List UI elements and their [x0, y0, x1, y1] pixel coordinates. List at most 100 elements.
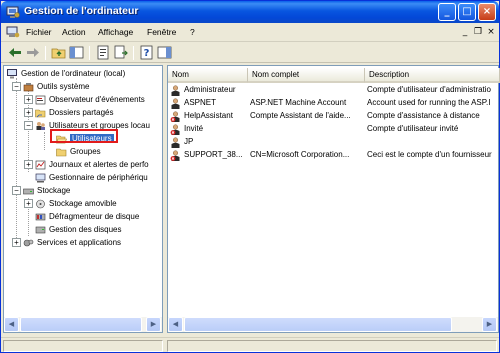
tree-event-viewer-label: Observateur d'événements: [49, 95, 145, 104]
forward-arrow-icon[interactable]: [25, 45, 41, 60]
tree-defrag-label: Défragmenteur de disque: [49, 212, 140, 221]
tree-groups-label: Groupes: [70, 147, 101, 156]
list-item[interactable]: SUPPORT_38... CN=Microsoft Corporation..…: [170, 149, 498, 161]
menu-affichage[interactable]: Affichage: [98, 27, 133, 37]
user-icon: [171, 98, 180, 109]
selection-highlight: [50, 129, 118, 143]
tree-shared-folders[interactable]: + Dossiers partagés: [24, 107, 113, 119]
minimize-button[interactable]: _: [438, 3, 456, 21]
collapse-toggle[interactable]: −: [12, 186, 21, 196]
tree-disk-management[interactable]: Gestion des disques: [35, 224, 122, 236]
collapse-toggle[interactable]: −: [12, 82, 21, 92]
svg-text:?: ?: [144, 48, 150, 59]
users-groups-icon: [36, 121, 45, 130]
app-menu-icon[interactable]: [6, 26, 20, 39]
tree-services-label: Services et applications: [37, 238, 122, 247]
properties-icon[interactable]: [95, 45, 111, 60]
scroll-right-button[interactable]: ▶: [482, 317, 497, 332]
maximize-button[interactable]: □: [458, 3, 476, 21]
status-bar: [1, 337, 499, 353]
tree-storage-label: Stockage: [37, 186, 71, 195]
window-title: Gestion de l'ordinateur: [24, 5, 139, 17]
storage-icon: [23, 188, 34, 195]
user-description: Compte d'utilisateur d'administratio: [367, 85, 491, 94]
scroll-right-button[interactable]: ▶: [146, 317, 161, 332]
export-list-icon[interactable]: [113, 45, 129, 60]
close-button[interactable]: ×: [478, 3, 496, 21]
list-item[interactable]: HelpAssistant Compte Assistant de l'aide…: [170, 110, 498, 122]
list-horizontal-scrollbar[interactable]: ◀ ▶: [168, 317, 498, 332]
scroll-left-button[interactable]: ◀: [4, 317, 19, 332]
disabled-user-icon: [170, 111, 180, 122]
toolbar: ?: [1, 43, 499, 63]
defragmenter-icon: [35, 213, 46, 221]
event-viewer-icon: [35, 95, 46, 105]
show-hide-tree-icon[interactable]: [69, 45, 85, 60]
list-item[interactable]: Administrateur Compte d'utilisateur d'ad…: [170, 84, 498, 96]
tree-root-label: Gestion de l'ordinateur (local): [21, 69, 126, 78]
tree-perf-logs[interactable]: + Journaux et alertes de perfo: [24, 159, 149, 171]
status-cell: [3, 340, 163, 352]
list-item[interactable]: ASPNET ASP.NET Machine Account Account u…: [170, 97, 498, 109]
column-header-fullname[interactable]: Nom complet: [248, 68, 365, 83]
scroll-left-button[interactable]: ◀: [168, 317, 183, 332]
computer-management-icon: [6, 6, 20, 18]
menu-action[interactable]: Action: [62, 27, 86, 37]
expand-toggle[interactable]: +: [12, 238, 21, 248]
tree-groups[interactable]: Groupes: [56, 146, 101, 158]
mdi-restore-button[interactable]: ❐: [472, 26, 484, 38]
expand-toggle[interactable]: +: [24, 160, 33, 170]
console-tree: Gestion de l'ordinateur (local) − Outils …: [3, 65, 163, 333]
user-icon: [171, 137, 180, 148]
user-name: SUPPORT_38...: [184, 150, 243, 159]
disabled-user-icon: [170, 124, 180, 135]
list-item[interactable]: JP: [170, 136, 498, 148]
menu-fichier[interactable]: Fichier: [26, 27, 52, 37]
tree-defrag[interactable]: Défragmenteur de disque: [35, 211, 139, 223]
tree-shared-folders-label: Dossiers partagés: [49, 108, 114, 117]
tree-event-viewer[interactable]: + Observateur d'événements: [24, 94, 145, 106]
tree-system-tools[interactable]: − Outils système: [12, 81, 89, 93]
status-cell: [167, 340, 497, 352]
expand-toggle[interactable]: +: [24, 95, 33, 105]
expand-toggle[interactable]: +: [24, 108, 33, 118]
menu-fenetre[interactable]: Fenêtre: [147, 27, 176, 37]
user-name: ASPNET: [184, 98, 217, 107]
collapse-toggle[interactable]: −: [24, 121, 33, 131]
tree-removable-storage-label: Stockage amovible: [49, 199, 117, 208]
computer-management-icon: [7, 68, 17, 79]
scroll-thumb[interactable]: [20, 317, 142, 332]
tree-removable-storage[interactable]: + Stockage amovible: [24, 198, 117, 210]
menu-help[interactable]: ?: [190, 27, 195, 37]
column-header-description[interactable]: Description: [365, 68, 500, 83]
tree-services[interactable]: + Services et applications: [12, 237, 121, 249]
user-name: Invité: [184, 124, 204, 133]
user-fullname: ASP.NET Machine Account: [250, 98, 347, 107]
removable-storage-icon: [36, 199, 45, 209]
user-list-pane: Nom Nom complet Description Administrate…: [167, 65, 500, 333]
user-name: Administrateur: [184, 85, 236, 94]
up-folder-icon[interactable]: [51, 45, 67, 60]
column-header-name[interactable]: Nom: [168, 68, 248, 83]
mdi-close-button[interactable]: ×: [485, 26, 497, 38]
folder-icon: [56, 148, 67, 157]
back-arrow-icon[interactable]: [7, 45, 23, 60]
tree-root[interactable]: Gestion de l'ordinateur (local): [7, 68, 125, 80]
tree-perf-logs-label: Journaux et alertes de perfo: [49, 160, 149, 169]
tools-icon: [23, 82, 34, 92]
action-pane-icon[interactable]: [157, 45, 173, 60]
help-icon[interactable]: ?: [139, 45, 155, 60]
menu-bar: Fichier Action Affichage Fenêtre ? _ ❐ ×: [1, 23, 499, 42]
tree-horizontal-scrollbar[interactable]: ◀ ▶: [4, 317, 162, 332]
list-item[interactable]: Invité Compte d'utilisateur invité: [170, 123, 498, 135]
expand-toggle[interactable]: +: [24, 199, 33, 209]
tree-storage[interactable]: − Stockage: [12, 185, 70, 197]
user-name: HelpAssistant: [184, 111, 233, 120]
computer-management-window: Gestion de l'ordinateur _ □ × Fichier Ac…: [0, 0, 500, 353]
mdi-minimize-button[interactable]: _: [459, 26, 471, 38]
tree-system-tools-label: Outils système: [37, 82, 90, 91]
tree-device-manager[interactable]: Gestionnaire de périphériqu: [35, 172, 148, 184]
user-description: Compte d'assistance à distance: [367, 111, 480, 120]
scroll-thumb[interactable]: [184, 317, 452, 332]
title-bar[interactable]: Gestion de l'ordinateur _ □ ×: [1, 1, 499, 23]
